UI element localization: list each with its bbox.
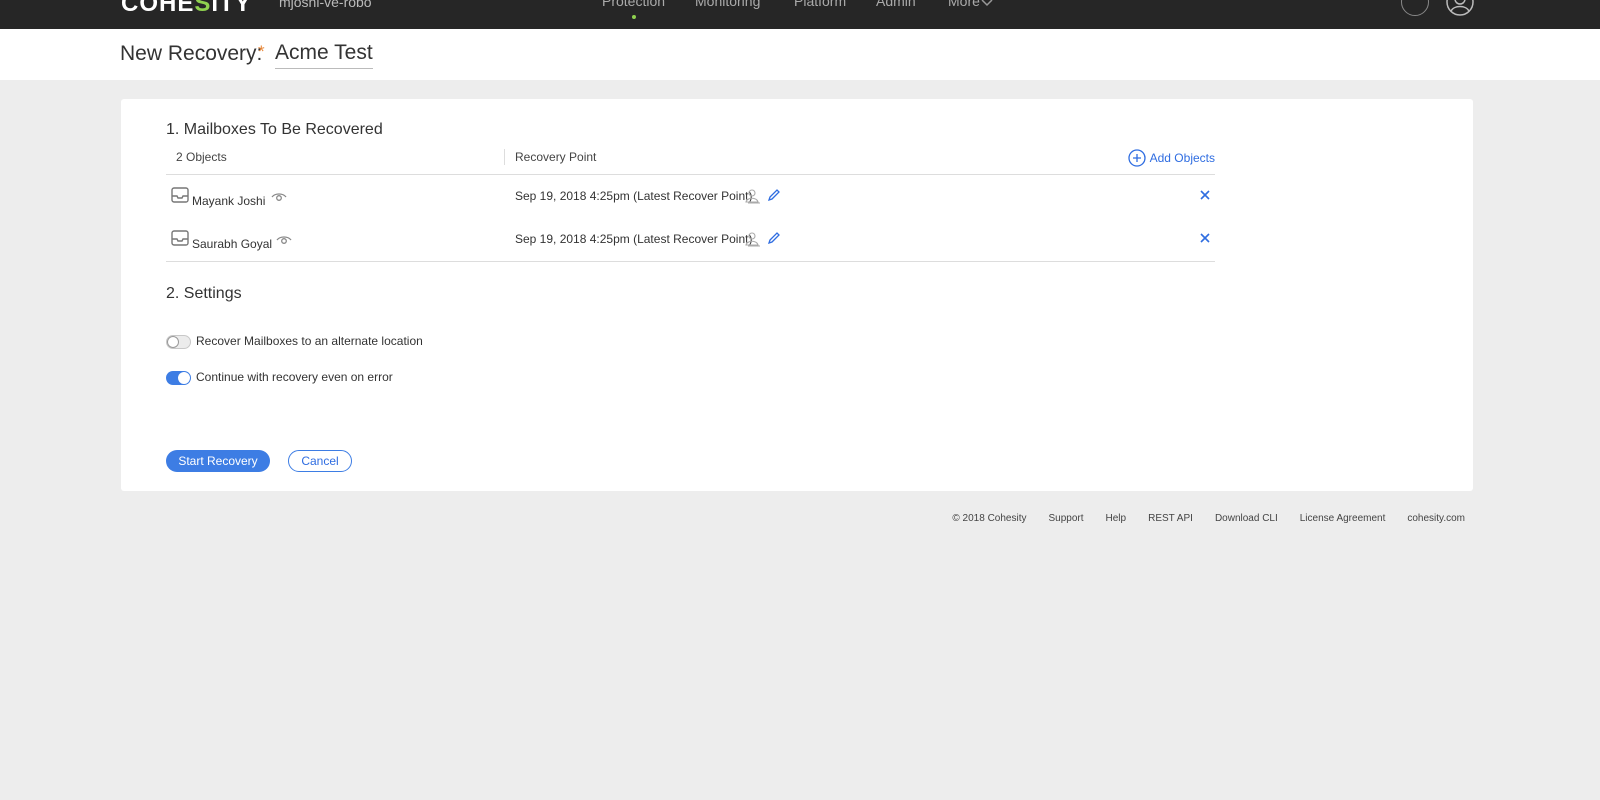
eye-icon[interactable]	[271, 193, 287, 203]
nav-platform[interactable]: Platform	[794, 0, 846, 9]
mailbox-icon	[171, 230, 189, 246]
column-divider	[504, 149, 505, 165]
user-account-icon[interactable]	[1446, 0, 1474, 16]
logo-text-prefix: COHE	[121, 0, 195, 17]
mailboxes-table-header: 2 Objects Recovery Point Add Objects	[166, 147, 1215, 175]
pencil-icon[interactable]	[767, 188, 781, 202]
user-snapshot-icon	[745, 232, 760, 247]
toggle-knob	[167, 336, 179, 348]
top-nav-bar: COHESITY mjoshi-ve-robo Protection Monit…	[0, 0, 1600, 29]
chevron-down-icon[interactable]	[980, 0, 994, 8]
plus-circle-icon	[1127, 149, 1146, 167]
help-icon[interactable]	[1401, 0, 1429, 16]
cancel-button[interactable]: Cancel	[288, 450, 352, 472]
footer-link-download-cli[interactable]: Download CLI	[1215, 513, 1278, 524]
add-objects-label: Add Objects	[1149, 151, 1215, 165]
nav-active-indicator	[632, 15, 636, 19]
pencil-icon[interactable]	[767, 231, 781, 245]
footer-link-help[interactable]: Help	[1106, 513, 1127, 524]
mailbox-icon	[171, 187, 189, 203]
close-icon[interactable]	[1199, 232, 1211, 244]
recovery-point-value: Sep 19, 2018 4:25pm (Latest Recover Poin…	[515, 232, 753, 246]
footer-link-rest-api[interactable]: REST API	[1148, 513, 1193, 524]
footer-link-license[interactable]: License Agreement	[1300, 513, 1386, 524]
objects-count: 2 Objects	[176, 150, 227, 164]
recovery-form-card: 1. Mailboxes To Be Recovered 2 Objects R…	[121, 99, 1473, 491]
continue-on-error-label: Continue with recovery even on error	[196, 370, 393, 384]
recovery-point-value: Sep 19, 2018 4:25pm (Latest Recover Poin…	[515, 189, 753, 203]
nav-more[interactable]: More	[948, 0, 980, 9]
logo-text-accent: S	[194, 0, 212, 17]
page-header: New Recovery: * Acme Test	[0, 29, 1600, 80]
page-title: New Recovery:	[120, 42, 263, 65]
cohesity-logo[interactable]: COHESITY	[121, 0, 252, 18]
nav-admin[interactable]: Admin	[876, 0, 916, 9]
required-marker: *	[258, 42, 265, 61]
nav-protection[interactable]: Protection	[602, 0, 665, 9]
start-recovery-button[interactable]: Start Recovery	[166, 450, 270, 472]
recovery-point-header: Recovery Point	[515, 150, 597, 164]
nav-monitoring[interactable]: Monitoring	[695, 0, 760, 9]
add-objects-button[interactable]: Add Objects	[1127, 149, 1215, 167]
eye-icon[interactable]	[276, 236, 292, 246]
mailbox-row: Mayank Joshi Sep 19, 2018 4:25pm (Latest…	[166, 176, 1215, 219]
mailbox-row: Saurabh Goyal Sep 19, 2018 4:25pm (Lates…	[166, 219, 1215, 262]
mailbox-name: Saurabh Goyal	[192, 237, 273, 251]
cluster-name[interactable]: mjoshi-ve-robo	[279, 0, 372, 10]
mailboxes-section-title: 1. Mailboxes To Be Recovered	[166, 121, 383, 138]
close-icon[interactable]	[1199, 189, 1211, 201]
user-snapshot-icon	[745, 189, 760, 204]
alternate-location-label: Recover Mailboxes to an alternate locati…	[196, 334, 423, 348]
footer-link-website[interactable]: cohesity.com	[1407, 513, 1465, 524]
toggle-knob	[178, 372, 190, 384]
footer-link-support[interactable]: Support	[1048, 513, 1083, 524]
footer: © 2018 Cohesity Support Help REST API Do…	[952, 513, 1465, 524]
alternate-location-toggle[interactable]	[166, 335, 191, 349]
continue-on-error-toggle[interactable]	[166, 371, 191, 385]
mailbox-name: Mayank Joshi	[192, 194, 266, 208]
footer-copyright: © 2018 Cohesity	[952, 513, 1027, 524]
logo-text-suffix: ITY	[211, 0, 252, 17]
recovery-name-input[interactable]: Acme Test	[275, 41, 373, 69]
settings-section-title: 2. Settings	[166, 285, 242, 302]
